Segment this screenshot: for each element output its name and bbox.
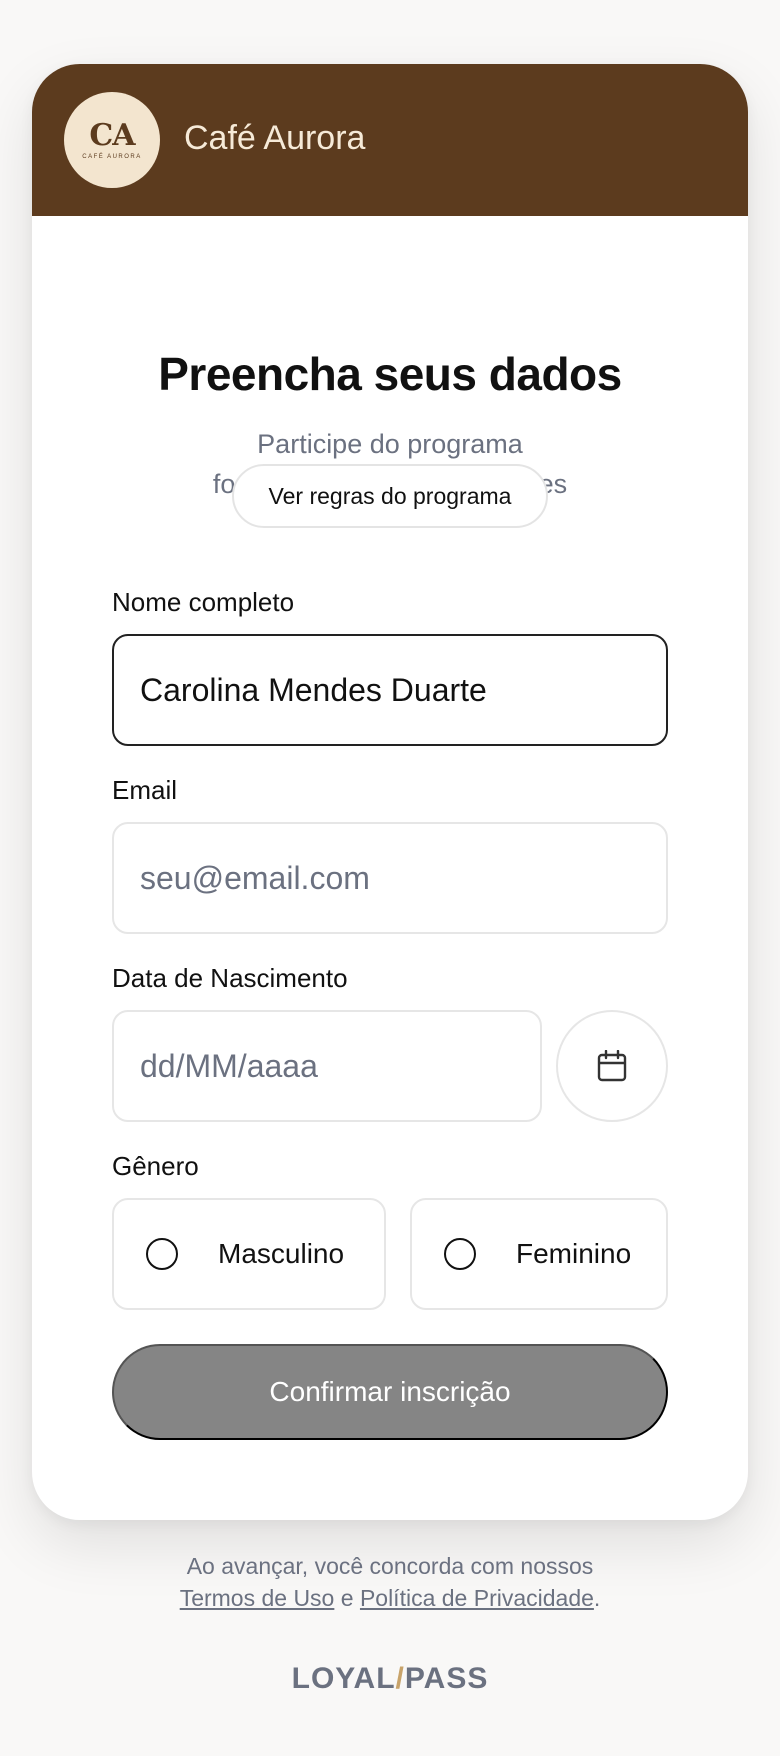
legal-links: Termos de Uso e Política de Privacidade. xyxy=(0,1582,780,1614)
confirm-signup-button[interactable]: Confirmar inscrição xyxy=(112,1344,668,1440)
full-name-value: Carolina Mendes Duarte xyxy=(140,671,487,708)
radio-circle xyxy=(146,1238,178,1270)
birthdate-label: Data de Nascimento xyxy=(112,963,348,993)
gender-option-male[interactable]: Masculino xyxy=(112,1198,386,1310)
birthdate-input[interactable]: dd/MM/aaaa xyxy=(112,1010,542,1122)
legal-suffix: . xyxy=(593,1585,601,1611)
logo-subtext: CAFÉ AURORA xyxy=(82,154,142,160)
logo-mark: CA xyxy=(89,118,135,153)
view-rules-button[interactable]: Ver regras do programa xyxy=(232,464,548,528)
gender-option-label: Feminino xyxy=(516,1238,632,1269)
name-label: Nome completo xyxy=(112,587,295,617)
gender-option-female[interactable]: Feminino xyxy=(410,1198,668,1310)
brand-header: CA CAFÉ AURORA Café Aurora xyxy=(32,64,748,216)
logo-left: LOYAL xyxy=(291,1662,396,1695)
date-picker-button[interactable] xyxy=(556,1010,668,1122)
legal-notice: Ao avançar, você concorda com nossos Ter… xyxy=(0,1550,780,1614)
brand-name: Café Aurora xyxy=(184,119,366,157)
brand-logo: CA CAFÉ AURORA xyxy=(64,92,160,188)
email-placeholder: seu@email.com xyxy=(140,859,370,896)
page-title: Preencha seus dados xyxy=(158,348,622,400)
terms-link[interactable]: Termos de Uso xyxy=(180,1585,335,1611)
legal-joiner: e xyxy=(340,1585,354,1611)
radio-circle xyxy=(444,1238,476,1270)
email-label: Email xyxy=(112,775,178,805)
full-name-input[interactable]: Carolina Mendes Duarte xyxy=(112,634,668,746)
loyalpass-logo: LOYAL/PASS xyxy=(0,1662,780,1696)
legal-prefix: Ao avançar, você concorda com nossos xyxy=(186,1553,594,1579)
privacy-link[interactable]: Política de Privacidade xyxy=(360,1585,594,1611)
calendar-icon xyxy=(597,1050,627,1082)
signup-card: CA CAFÉ AURORA Café Aurora Preencha seus… xyxy=(32,64,748,1520)
logo-slash: / xyxy=(395,1662,405,1695)
email-field[interactable]: seu@email.com xyxy=(112,822,668,934)
subtitle-line-1: Participe do programa xyxy=(257,429,523,459)
gender-option-label: Masculino xyxy=(218,1238,345,1269)
logo-right: PASS xyxy=(404,1662,489,1695)
gender-label: Gênero xyxy=(112,1151,199,1181)
birthdate-placeholder: dd/MM/aaaa xyxy=(140,1047,318,1084)
